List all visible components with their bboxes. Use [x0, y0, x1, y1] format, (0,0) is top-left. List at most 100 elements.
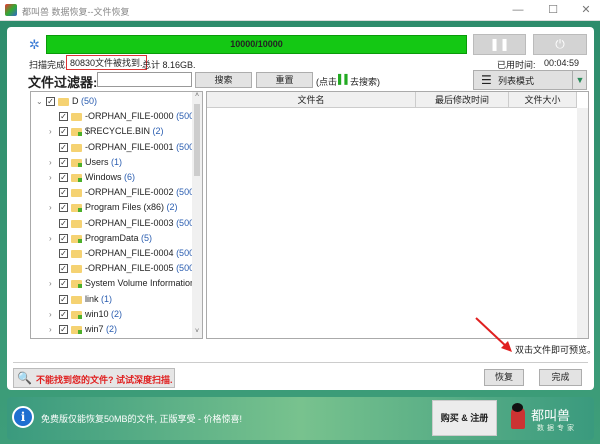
search-hint-prefix: (点击: [316, 77, 337, 87]
column-modified[interactable]: 最后修改时间: [416, 92, 509, 108]
total-size: 总计 8.16GB.: [142, 60, 196, 70]
deep-scan-button[interactable]: 🔍 不能找到您的文件? 试试深度扫描.: [13, 368, 175, 388]
checkbox[interactable]: ✓: [59, 218, 68, 228]
filter-input[interactable]: [97, 72, 192, 87]
close-button[interactable]: ✕: [576, 3, 596, 17]
folder-icon: [71, 280, 82, 289]
spinner-icon: ✲: [29, 37, 40, 52]
folder-icon: [71, 219, 82, 228]
tree-item-label: D: [72, 96, 79, 106]
folder-tree[interactable]: ⌄ ✓ D (50) ✓ -ORPHAN_FILE-0000 (500) › ✓ $RECYC…: [30, 91, 203, 339]
checkbox[interactable]: ✓: [59, 309, 68, 319]
scroll-down-arrow[interactable]: ˅: [192, 328, 202, 338]
chevron-down-icon[interactable]: ▼: [572, 71, 587, 89]
column-filename[interactable]: 文件名: [207, 92, 416, 108]
filter-label: 文件过滤器:: [28, 75, 98, 90]
list-scrollbar[interactable]: [577, 108, 588, 338]
chevron-right-icon[interactable]: ›: [49, 124, 52, 139]
stop-button[interactable]: ⏻: [533, 34, 587, 55]
tree-item-count: (6): [124, 172, 136, 182]
tree-item-count: (5): [141, 232, 153, 243]
tree-item-count: (50): [81, 96, 98, 106]
file-list[interactable]: 文件名 最后修改时间 文件大小: [206, 91, 589, 339]
info-icon: i: [12, 406, 34, 428]
chevron-right-icon[interactable]: ›: [49, 322, 52, 337]
pause-button[interactable]: ❚❚: [473, 34, 526, 55]
view-mode-dropdown[interactable]: ☰ 列表模式 ▼: [473, 70, 587, 90]
tree-item-label: win7: [85, 324, 104, 334]
tree-item-label: link: [85, 293, 99, 304]
chevron-right-icon[interactable]: ›: [49, 170, 52, 185]
preview-hint: 双击文件即可预览。: [515, 345, 597, 355]
chevron-down-icon[interactable]: ⌄: [36, 94, 43, 109]
checkbox[interactable]: ✓: [59, 188, 68, 198]
buy-register-button[interactable]: 购买 & 注册: [432, 400, 497, 436]
upgrade-banner: i 免费版仅能恢复50MB的文件, 正版享受 - 价格惊喜! 购买 & 注册 都…: [7, 397, 594, 440]
checkbox[interactable]: ✓: [59, 127, 68, 137]
maximize-button[interactable]: ☐: [543, 3, 563, 17]
checkbox[interactable]: ✓: [59, 249, 68, 258]
tree-item-label: -ORPHAN_FILE-0005: [85, 263, 174, 274]
recover-button[interactable]: 恢复: [484, 369, 524, 386]
tree-item-label: win10: [85, 308, 109, 319]
tree-item-count: (2): [166, 202, 178, 213]
view-mode-label: 列表模式: [498, 76, 535, 86]
tree-item-label: Windows: [85, 172, 122, 182]
tree-item-label: $RECYCLE.BIN: [85, 126, 151, 137]
tree-item-count: (2): [111, 308, 123, 319]
checkbox[interactable]: ✓: [59, 173, 68, 182]
folder-icon: [71, 174, 82, 182]
stop-icon: ⏻: [555, 37, 565, 51]
minimize-button[interactable]: —: [508, 3, 528, 17]
checkbox[interactable]: ✓: [46, 97, 55, 106]
divider: [13, 362, 588, 363]
red-arrow-annotation: [475, 317, 512, 352]
title-bar: 都叫兽 数据恢复--文件恢复 — ☐ ✕: [0, 0, 600, 21]
app-icon: [5, 4, 17, 16]
chevron-right-icon[interactable]: ›: [49, 155, 52, 170]
chevron-right-icon[interactable]: ›: [49, 276, 52, 291]
scan-status: 扫描完成.: [29, 60, 68, 70]
tree-item-label: -ORPHAN_FILE-0003: [85, 217, 174, 228]
checkbox[interactable]: ✓: [59, 264, 68, 274]
checkbox[interactable]: ✓: [59, 233, 68, 243]
folder-icon: [71, 265, 82, 274]
folder-icon: [71, 204, 82, 213]
folder-icon: [71, 143, 82, 152]
scroll-thumb[interactable]: [194, 104, 200, 176]
tree-item-count: (2): [152, 126, 164, 137]
search-button[interactable]: 搜索: [195, 72, 252, 88]
checkbox[interactable]: ✓: [59, 294, 68, 304]
column-size[interactable]: 文件大小: [509, 92, 577, 108]
folder-icon: [71, 113, 82, 122]
folder-icon: [71, 234, 82, 243]
elapsed-time: 00:04:59: [544, 58, 580, 68]
window-title: 都叫兽 数据恢复--文件恢复: [22, 7, 130, 17]
tree-item-count: (1): [101, 293, 113, 304]
checkbox[interactable]: ✓: [59, 112, 68, 122]
progress-text: 10000/10000: [230, 39, 283, 49]
folder-icon: [71, 189, 82, 198]
reset-button[interactable]: 重置: [256, 72, 313, 88]
brand-logo: 都叫兽 数据专家: [507, 401, 589, 435]
checkbox[interactable]: ✓: [59, 279, 68, 289]
folder-icon: [71, 128, 82, 137]
scroll-up-arrow[interactable]: ˄: [192, 92, 202, 102]
folder-icon: [71, 310, 82, 319]
tree-item-label: Program Files (x86): [85, 202, 165, 213]
checkbox[interactable]: ✓: [59, 142, 68, 152]
tree-scrollbar[interactable]: ˄ ˅: [192, 92, 202, 338]
checkbox[interactable]: ✓: [59, 203, 68, 213]
checkbox[interactable]: ✓: [59, 157, 68, 167]
chevron-right-icon[interactable]: ›: [49, 307, 52, 322]
folder-icon: [71, 295, 82, 304]
tree-item-label: System Volume Information: [85, 278, 196, 289]
banner-text: 免费版仅能恢复50MB的文件, 正版享受 - 价格惊喜!: [41, 414, 243, 424]
magnifier-icon: 🔍: [17, 371, 32, 385]
checkbox[interactable]: ✓: [59, 325, 68, 334]
deep-scan-label: 不能找到您的文件? 试试深度扫描.: [36, 375, 173, 385]
finish-button[interactable]: 完成: [539, 369, 582, 386]
chevron-right-icon[interactable]: ›: [49, 200, 52, 215]
chevron-right-icon[interactable]: ›: [49, 231, 52, 246]
tree-item-label: -ORPHAN_FILE-0000: [85, 111, 174, 122]
